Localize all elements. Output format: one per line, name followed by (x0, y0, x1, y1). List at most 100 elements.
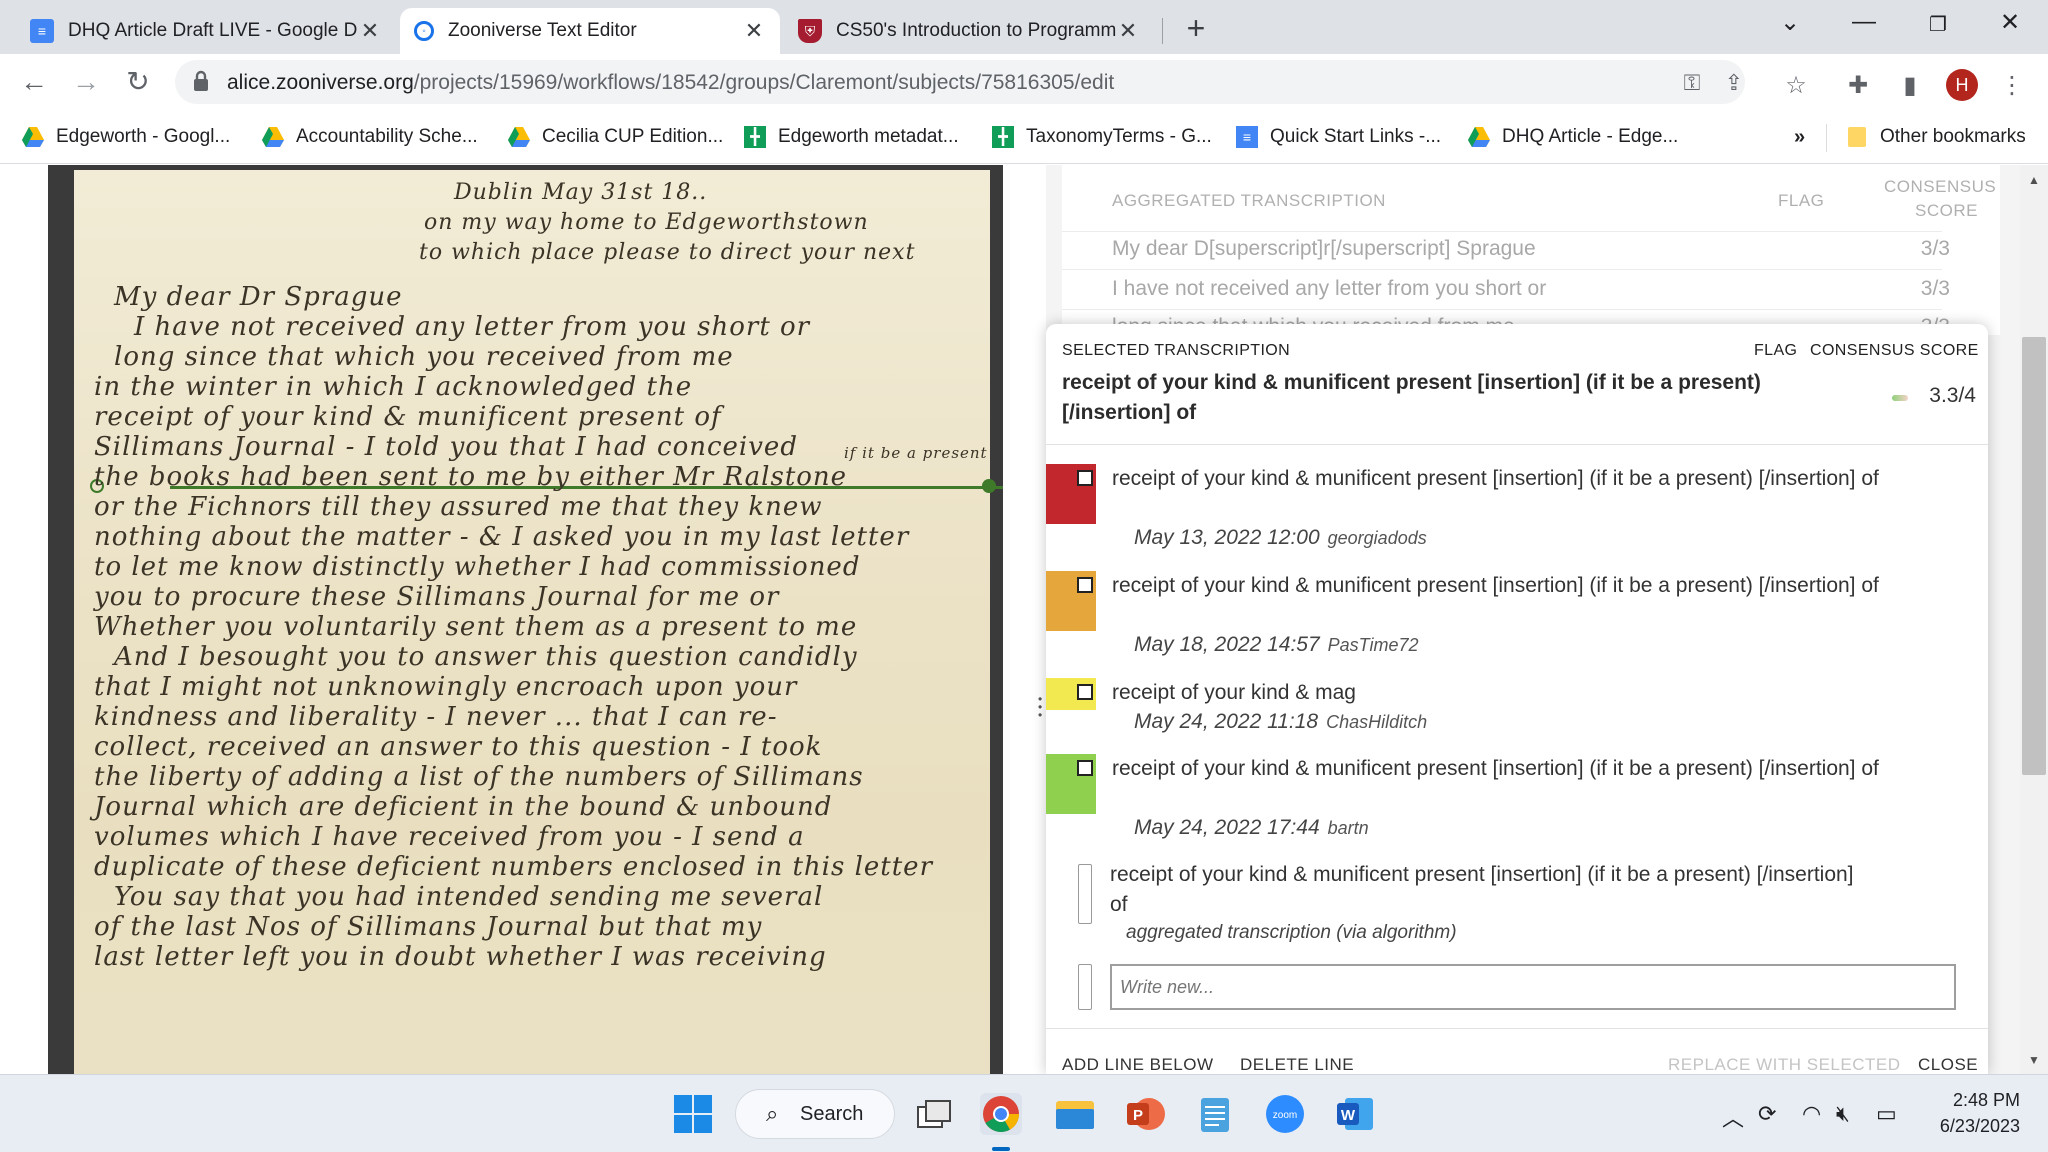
battery-icon[interactable]: ▭ (1876, 1101, 1897, 1127)
manuscript-line: You say that you had intended sending me… (114, 882, 824, 912)
manuscript-line: you to procure these Sillimans Journal f… (94, 582, 780, 612)
page-scrollbar[interactable]: ▲ ▼ (2020, 165, 2048, 1074)
other-bookmarks[interactable]: Other bookmarks (1846, 122, 2026, 152)
word-icon[interactable]: W (1334, 1093, 1376, 1135)
profile-avatar[interactable]: H (1946, 69, 1978, 101)
manuscript-line: that I might not unknowingly encroach up… (94, 672, 798, 702)
manuscript-paper: if it be a present Dublin May 31st 18.. o… (74, 170, 1003, 1074)
manuscript-line: last letter left you in doubt whether I … (94, 942, 827, 972)
window-close-icon[interactable]: ✕ (1990, 8, 2030, 37)
tray-overflow-chevron-icon[interactable]: ︿ (1722, 1101, 1744, 1133)
panel-divider (1046, 444, 1988, 445)
manuscript-line: long since that which you received from … (114, 342, 734, 372)
wifi-icon[interactable]: ◠ (1802, 1101, 1821, 1127)
manuscript-line: to let me know distinctly whether I had … (94, 552, 861, 582)
tab-separator (1162, 18, 1163, 44)
google-docs-icon: ≡ (30, 19, 54, 43)
write-new-input[interactable] (1110, 964, 1956, 1010)
entry-text: receipt of your kind & munificent presen… (1112, 467, 1879, 490)
reload-icon[interactable]: ↻ (118, 64, 158, 100)
search-label: Search (800, 1102, 864, 1125)
select-checkbox[interactable] (1077, 470, 1093, 486)
folder-icon (1846, 126, 1868, 148)
entry-text: receipt of your kind & munificent presen… (1112, 757, 1879, 780)
manuscript-line: And I besought you to answer this questi… (114, 642, 858, 672)
delete-line-button[interactable]: DELETE LINE (1240, 1055, 1354, 1075)
side-panel-icon[interactable]: ▮ (1894, 70, 1926, 102)
manuscript-line: in the winter in which I acknowledged th… (94, 372, 693, 402)
select-checkbox[interactable] (1078, 864, 1092, 924)
manuscript-line: Dublin May 31st 18.. (454, 180, 708, 205)
close-icon[interactable]: ✕ (358, 18, 382, 44)
tab-cs50[interactable]: ⛨ CS50's Introduction to Programm ✕ (784, 8, 1154, 54)
manuscript-line: Sillimans Journal - I told you that I ha… (94, 432, 798, 462)
pane-resize-handle[interactable]: • • • (1038, 693, 1046, 721)
tab-dhq-article[interactable]: ≡ DHQ Article Draft LIVE - Google D ✕ (16, 8, 396, 54)
close-icon[interactable]: ✕ (1116, 18, 1140, 44)
zoom-icon[interactable]: zoom (1264, 1093, 1306, 1135)
new-transcription-checkbox[interactable] (1078, 964, 1092, 1010)
scroll-up-arrow-icon[interactable]: ▲ (2020, 173, 2048, 187)
extensions-puzzle-icon[interactable]: ✚ (1842, 70, 1874, 102)
selected-transcription-text: receipt of your kind & munificent presen… (1062, 371, 1761, 424)
manuscript-scan[interactable]: if it be a present Dublin May 31st 18.. o… (48, 165, 1003, 1074)
bookmarks-overflow-button[interactable]: » (1794, 122, 1805, 152)
manuscript-line: nothing about the matter - & I asked you… (94, 522, 910, 552)
powerpoint-icon[interactable]: P (1124, 1093, 1166, 1135)
tab-search-chevron-icon[interactable]: ⌄ (1770, 8, 1810, 37)
select-checkbox[interactable] (1077, 577, 1093, 593)
bookmark-label: Edgeworth - Googl... (56, 126, 231, 147)
chrome-icon[interactable] (980, 1093, 1022, 1135)
notepad-icon[interactable] (1194, 1093, 1236, 1135)
bookmark-item[interactable]: ╋ TaxonomyTerms - G... (992, 122, 1212, 152)
address-bar[interactable]: alice.zooniverse.org/projects/15969/work… (175, 60, 1745, 104)
bookmark-star-icon[interactable] (1705, 68, 1735, 98)
scroll-down-arrow-icon[interactable]: ▼ (2020, 1053, 2048, 1067)
select-checkbox[interactable] (1077, 684, 1093, 700)
tab-zooniverse[interactable]: ◦ Zooniverse Text Editor ✕ (400, 8, 780, 54)
volume-mute-icon[interactable]: 🔇︎ (1836, 1101, 1850, 1127)
scrollbar-thumb[interactable] (2022, 337, 2046, 775)
back-arrow-icon[interactable]: ← (14, 64, 54, 100)
lock-icon (194, 70, 208, 91)
sync-icon[interactable]: ⟳ (1758, 1101, 1776, 1127)
tab-title: CS50's Introduction to Programm (836, 20, 1116, 41)
row-divider (1062, 269, 1942, 270)
image-viewer[interactable]: if it be a present Dublin May 31st 18.. o… (0, 165, 1045, 1074)
bookmark-item[interactable]: Cecilia CUP Edition... (508, 122, 723, 152)
manuscript-line: duplicate of these deficient numbers enc… (94, 852, 933, 882)
clock-time: 2:48 PM (1952, 1090, 2020, 1110)
close-icon[interactable]: ✕ (742, 18, 766, 44)
active-app-indicator (992, 1147, 1010, 1151)
taskbar-search[interactable]: ⌕ Search (735, 1089, 895, 1139)
replace-with-selected-button[interactable]: REPLACE WITH SELECTED (1668, 1055, 1901, 1075)
bookmark-item[interactable]: ╋ Edgeworth metadat... (744, 122, 959, 152)
bookmark-item[interactable]: DHQ Article - Edge... (1468, 122, 1678, 152)
select-checkbox[interactable] (1077, 760, 1093, 776)
restore-icon[interactable]: ❐ (1918, 12, 1958, 37)
aggregated-row-text[interactable]: I have not received any letter from you … (1112, 277, 1546, 301)
bookmark-item[interactable]: Accountability Sche... (262, 122, 478, 152)
google-drive-icon (262, 126, 284, 148)
system-clock[interactable]: 2:48 PM 6/23/2023 (1940, 1087, 2020, 1139)
manuscript-line: volumes which I have received from you -… (94, 822, 805, 852)
close-button[interactable]: CLOSE (1918, 1055, 1978, 1075)
google-drive-icon (1468, 126, 1490, 148)
bookmark-label: Edgeworth metadat... (778, 126, 959, 147)
aggregated-row-text[interactable]: My dear D[superscript]r[/superscript] Sp… (1112, 237, 1536, 261)
file-explorer-icon[interactable] (1054, 1093, 1096, 1135)
more-menu-icon[interactable]: ⋮ (1996, 70, 2028, 102)
windows-start-icon[interactable] (672, 1093, 714, 1135)
task-view-icon[interactable] (913, 1093, 955, 1135)
forward-arrow-icon[interactable]: → (66, 64, 106, 100)
add-line-below-button[interactable]: ADD LINE BELOW (1062, 1055, 1214, 1075)
consensus-header: CONSENSUS SCORE (1884, 177, 1997, 220)
minimize-icon[interactable]: — (1844, 8, 1884, 36)
bookmark-item[interactable]: ≡ Quick Start Links -... (1236, 122, 1441, 152)
key-icon[interactable]: ⚿ (1677, 68, 1707, 98)
bookmark-item[interactable]: Edgeworth - Googl... (22, 122, 230, 152)
bookmark-star-icon[interactable]: ☆ (1780, 70, 1812, 102)
entry-meta: May 24, 2022 17:44 bartn (1134, 816, 1369, 839)
row-divider (1062, 309, 1942, 310)
new-tab-button[interactable]: + (1180, 10, 1212, 47)
